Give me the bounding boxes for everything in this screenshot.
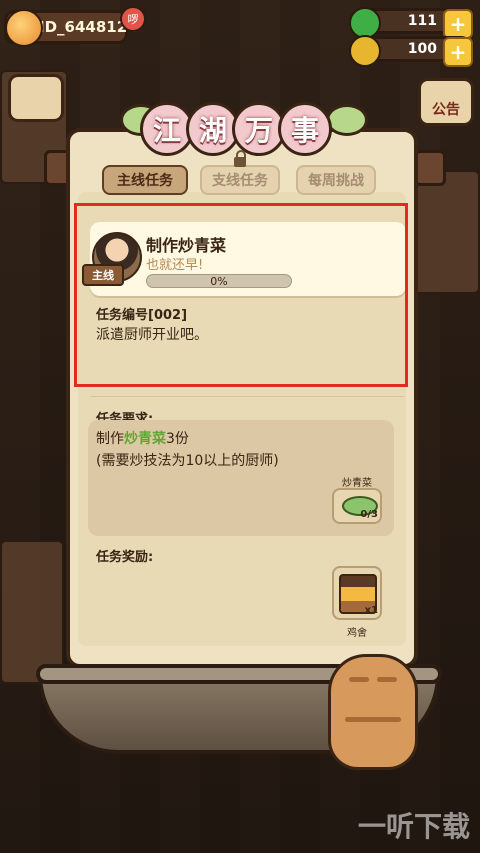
requirement-dish: 炒青菜 <box>124 431 166 447</box>
requirement-item-count: 0/3 <box>360 509 378 520</box>
tab-side-quest[interactable]: 支线任务 <box>200 150 280 195</box>
tab-main-quest-label: 主线任务 <box>117 173 173 189</box>
requirement-item-label: 炒青菜 <box>342 478 372 489</box>
cat-mascot <box>328 654 418 770</box>
tab-side-quest-label: 支线任务 <box>212 173 268 189</box>
leaf-decoration-right <box>326 104 368 136</box>
background-shelf-right <box>414 170 480 294</box>
tab-weekly-challenge-label: 每周挑战 <box>308 173 364 189</box>
panel-title: 江 湖 万 事 <box>120 98 368 156</box>
coin-counter: 100 + <box>349 35 474 67</box>
cat-stripe <box>345 717 401 722</box>
tab-main-quest[interactable]: 主线任务 <box>102 165 188 195</box>
requirement-prefix: 制作 <box>96 431 124 447</box>
reward-item-count: x1 <box>364 605 378 616</box>
requirement-item-slot[interactable]: 0/3 <box>332 488 382 524</box>
gem-value: 111 <box>407 13 437 29</box>
coin-value: 100 <box>407 41 437 57</box>
player-badge: 啰 <box>120 6 146 32</box>
player-avatar-icon[interactable] <box>5 9 43 47</box>
announcement-label: 公告 <box>432 102 460 118</box>
gem-counter: 111 + <box>349 7 474 39</box>
requirement-suffix: 3份 <box>166 431 189 447</box>
reward-label: 任务奖励: <box>96 550 154 565</box>
reward-item-label: 鸡舍 <box>347 628 367 639</box>
title-char-4: 事 <box>278 102 332 156</box>
gold-coin-icon <box>349 35 381 67</box>
tab-weekly-challenge[interactable]: 每周挑战 <box>296 165 376 195</box>
watermark: 一听下载 <box>357 810 470 843</box>
player-id-pill[interactable]: ID_6448124 <box>4 9 138 47</box>
announcement-button[interactable]: 公告 <box>418 78 474 126</box>
cat-stripe <box>349 677 369 682</box>
lock-icon <box>234 150 246 167</box>
divider <box>90 396 404 397</box>
highlight-frame <box>74 203 408 387</box>
reward-item-slot[interactable]: x1 <box>332 566 382 620</box>
add-gem-button[interactable]: + <box>443 9 473 39</box>
scroll-rod-right <box>414 150 446 186</box>
cat-stripe <box>377 677 397 682</box>
background-counter-left <box>0 540 64 684</box>
add-coin-button[interactable]: + <box>443 37 473 67</box>
requirement-line-1: 制作炒青菜3份 <box>96 428 189 448</box>
requirement-line-2: (需要炒技法为10以上的厨师) <box>96 453 279 469</box>
menu-board-button[interactable] <box>8 74 64 122</box>
